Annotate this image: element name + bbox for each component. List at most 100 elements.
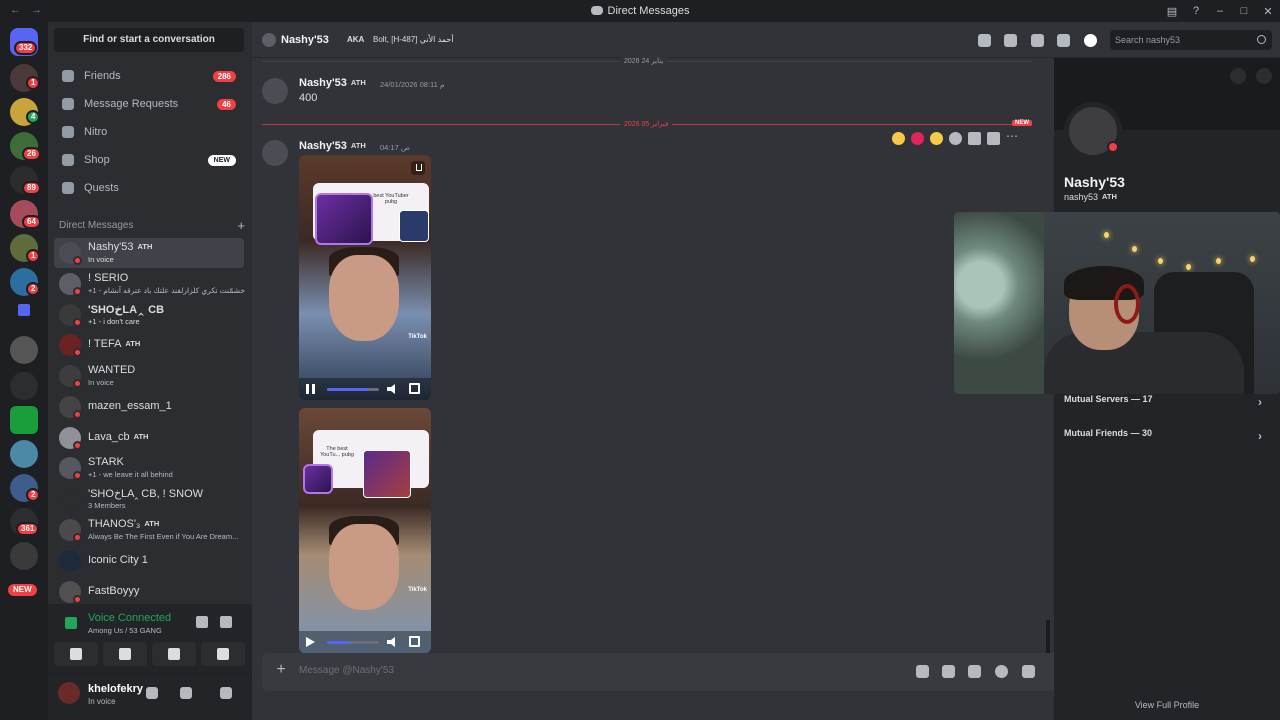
voice-status[interactable]: Voice Connected (88, 612, 171, 624)
dm-item[interactable]: ! TEFA ATH (54, 330, 244, 360)
search-input[interactable]: Search nashy53 (1110, 30, 1272, 50)
fullscreen-icon[interactable] (409, 383, 420, 394)
search-icon (1257, 35, 1266, 44)
add-friend-icon[interactable] (1057, 34, 1070, 47)
pin-icon[interactable] (1031, 34, 1044, 47)
channel-thumbnail (363, 450, 411, 498)
add-reaction-icon[interactable] (949, 131, 962, 145)
nav-message-requests[interactable]: Message Requests 46 (54, 91, 244, 117)
server-icon[interactable] (10, 542, 38, 570)
sticker-icon[interactable] (968, 665, 981, 678)
user-avatar[interactable] (58, 682, 80, 704)
disconnect-icon[interactable] (220, 616, 232, 628)
video-attachment[interactable]: best YouTuber pubg TikTok (299, 155, 431, 400)
mutual-servers-row[interactable]: Mutual Servers — 17 › (1064, 394, 1270, 424)
screen-share-button[interactable] (103, 642, 147, 666)
fullscreen-icon[interactable] (409, 636, 420, 647)
settings-gear-icon[interactable] (220, 687, 232, 699)
dm-item[interactable]: THANOS'₃ ATH Always Be The First Even if Y… (54, 515, 244, 545)
video-call-icon[interactable] (1004, 34, 1017, 47)
nav-quests[interactable]: Quests (54, 175, 244, 201)
nav-friends[interactable]: Friends 286 (54, 63, 244, 89)
activities-button[interactable] (152, 642, 196, 666)
mutual-friends-row[interactable]: Mutual Friends — 30 › (1064, 428, 1270, 458)
message-timestamp: 24/01/2026 08:11 م (380, 80, 445, 89)
dm-item[interactable]: WANTED In voice (54, 361, 244, 391)
view-full-profile-link[interactable]: View Full Profile (1054, 700, 1280, 710)
voice-call-icon[interactable] (978, 34, 991, 47)
server-icon[interactable] (10, 406, 38, 434)
dm-item[interactable]: Iconic City 1 (54, 546, 244, 576)
dm-item[interactable]: 'SHOخLA‸ CB, ! SNOW 3 Members (54, 484, 244, 514)
server-icon[interactable] (10, 372, 38, 400)
pause-icon[interactable] (306, 384, 315, 394)
emoji-icon[interactable] (995, 665, 1008, 678)
message-author[interactable]: Nashy'53 ATH (299, 140, 366, 152)
dm-item[interactable]: ! SERIO +1 - خشمّنت تكري كلزارلفند علتك ب… (54, 269, 245, 299)
dm-item[interactable]: Nashy'53 ATH In voice (54, 238, 244, 268)
user-name: khelofekry (88, 683, 144, 695)
more-options-icon[interactable] (1256, 68, 1272, 84)
dm-item[interactable]: STARK +1 - we leave it all behind (54, 453, 244, 483)
user-panel: khelofekry In voice (48, 674, 252, 720)
shop-icon (62, 154, 74, 166)
reply-icon[interactable] (968, 131, 981, 145)
gif-icon[interactable] (942, 665, 955, 678)
progress-bar[interactable] (327, 641, 379, 644)
server-badge: 361 (16, 522, 40, 536)
add-attachment-icon[interactable]: + (270, 659, 292, 681)
create-dm-plus-icon[interactable]: + (237, 218, 245, 233)
add-friend-icon[interactable] (1230, 68, 1246, 84)
noise-suppression-icon[interactable] (196, 616, 208, 628)
scrollbar-thumb[interactable] (1046, 620, 1050, 656)
soundboard-button[interactable] (201, 642, 245, 666)
voice-connected-panel: Voice Connected Among Us / 53 GANG (48, 604, 252, 674)
inbox-icon[interactable]: ▤ (1160, 0, 1184, 22)
forward-icon[interactable] (987, 131, 1000, 145)
dm-item[interactable]: 'SHOخLA‸ CB +1 - i don't care (54, 300, 244, 330)
activities-icon (168, 648, 180, 660)
volume-icon[interactable] (387, 637, 395, 647)
video-attachment[interactable]: The best YouTu... pubg TikTok (299, 408, 431, 653)
maximize-button[interactable]: □ (1232, 0, 1256, 22)
video-off-button[interactable] (54, 642, 98, 666)
apps-icon[interactable] (1022, 665, 1035, 678)
more-options-icon[interactable]: ⋯ (1006, 130, 1019, 145)
gift-icon[interactable] (916, 665, 929, 678)
headphones-icon[interactable] (180, 687, 192, 699)
help-icon[interactable]: ? (1184, 0, 1208, 22)
user-status: In voice (88, 697, 116, 706)
message-avatar[interactable] (262, 78, 288, 104)
user-profile-icon[interactable] (1084, 34, 1097, 47)
nav-shop[interactable]: Shop NEW (54, 147, 244, 173)
progress-bar[interactable] (327, 388, 379, 391)
volume-icon[interactable] (387, 384, 395, 394)
voice-location[interactable]: Among Us / 53 GANG (88, 626, 162, 635)
find-conversation-button[interactable]: Find or start a conversation (54, 28, 244, 52)
message-author[interactable]: Nashy'53 ATH (299, 77, 366, 89)
server-icon[interactable] (10, 440, 38, 468)
dm-item[interactable]: mazen_essam_1 (54, 392, 244, 422)
joy-emoji-icon[interactable] (892, 131, 905, 145)
minimize-button[interactable]: – (1208, 0, 1232, 22)
profile-avatar[interactable] (1064, 102, 1122, 160)
play-icon[interactable] (306, 637, 315, 647)
discord-logo-icon (590, 6, 603, 15)
close-button[interactable]: ✕ (1256, 0, 1280, 22)
microphone-icon[interactable] (146, 687, 158, 699)
header-avatar (262, 33, 276, 47)
folder-icon[interactable] (18, 304, 30, 316)
smile-emoji-icon[interactable] (930, 131, 943, 145)
message-input[interactable]: Message @Nashy'53 (299, 665, 394, 676)
dm-item[interactable]: Lava_cb ATH (54, 423, 244, 453)
heart-emoji-icon[interactable] (911, 131, 924, 145)
message-avatar[interactable] (262, 140, 288, 166)
header-name[interactable]: Nashy'53 (281, 34, 329, 46)
channel-thumbnail (399, 210, 429, 242)
nav-nitro[interactable]: Nitro (54, 119, 244, 145)
server-icon[interactable] (10, 336, 38, 364)
server-badge: 1 (26, 76, 41, 90)
download-icon[interactable] (411, 161, 425, 175)
dm-item[interactable]: FastBoyyy (54, 577, 244, 607)
new-badge[interactable]: NEW (6, 582, 39, 598)
